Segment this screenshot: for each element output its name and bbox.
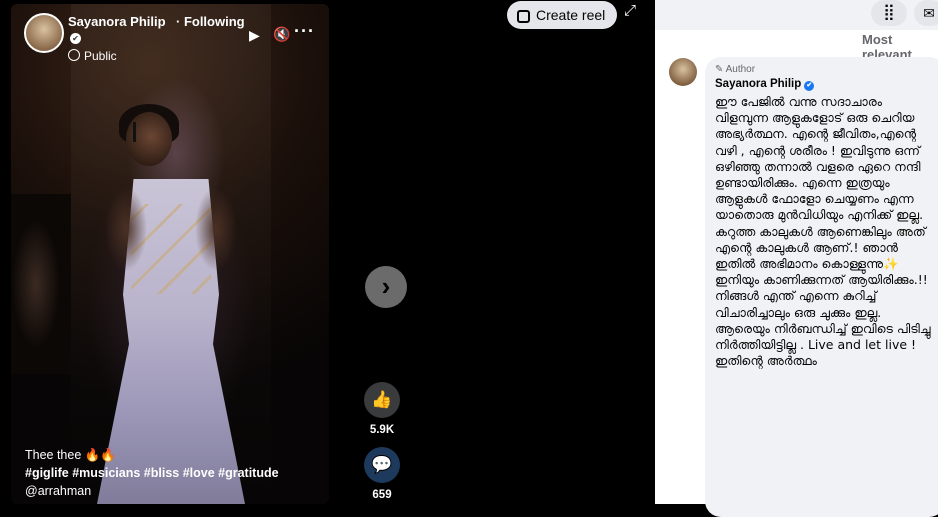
privacy-text: Public (84, 49, 117, 63)
background-guitarist (11, 194, 71, 374)
author-badge-text: Author (725, 64, 756, 75)
globe-icon (68, 49, 80, 61)
menu-grid-icon[interactable]: ⣿ (871, 0, 907, 26)
author-avatar[interactable] (24, 13, 64, 53)
commenter-name[interactable]: Sayanora Philip ✔ (715, 78, 815, 91)
fullscreen-icon[interactable]: ⤢ (624, 2, 636, 19)
following-label[interactable]: · Following (176, 14, 245, 29)
comment-button[interactable]: 💬 659 (363, 447, 401, 501)
like-count: 5.9K (369, 424, 395, 436)
verified-icon: ✔ (70, 33, 81, 44)
thumbs-up-icon: 👍 (364, 382, 400, 418)
create-reel-button[interactable]: Create reel (507, 1, 618, 29)
author-badge: ✎ Author (715, 64, 755, 75)
messenger-icon[interactable]: ✉ (914, 0, 938, 26)
mute-icon[interactable]: 🔇 (273, 26, 290, 43)
singer-arms (101, 169, 241, 309)
commenter-avatar[interactable] (669, 58, 697, 86)
create-reel-label: Create reel (536, 7, 606, 23)
comment-count: 659 (372, 489, 392, 501)
verified-icon: ✔ (804, 81, 815, 91)
top-navbar: ⣿ ✉ (655, 0, 938, 30)
caption-mention[interactable]: @arrahman (25, 482, 279, 500)
reel-video[interactable] (11, 4, 329, 504)
comment-text: ഈ പേജിൽ വന്നു സദാചാരം വിളമ്പുന്ന ആളുകളോട… (715, 94, 931, 369)
caption-hashtags[interactable]: #giglife #musicians #bliss #love #gratit… (25, 464, 279, 482)
like-button[interactable]: 👍 5.9K (363, 382, 401, 436)
play-icon[interactable]: ▶ (249, 27, 260, 44)
reel-icon (517, 10, 530, 23)
speech-bubble-icon: 💬 (364, 447, 400, 483)
reel-caption: Thee thee 🔥🔥 #giglife #musicians #bliss … (25, 446, 279, 500)
microphone (133, 122, 136, 142)
commenter-name-text[interactable]: Sayanora Philip (715, 78, 801, 90)
author-name[interactable]: Sayanora Philip (68, 14, 166, 29)
privacy-label: Public (68, 49, 117, 63)
comments-panel: ⣿ ✉ Most relevant ✎ Author Sayanora Phil… (655, 0, 938, 517)
next-reel-button[interactable]: › (365, 266, 407, 308)
reel-viewer: Sayanora Philip · Following ✔ Public ▶ 🔇… (0, 0, 655, 504)
more-options-icon[interactable]: ··· (294, 21, 315, 42)
pencil-icon: ✎ (715, 64, 726, 75)
caption-text: Thee thee 🔥🔥 (25, 448, 116, 462)
